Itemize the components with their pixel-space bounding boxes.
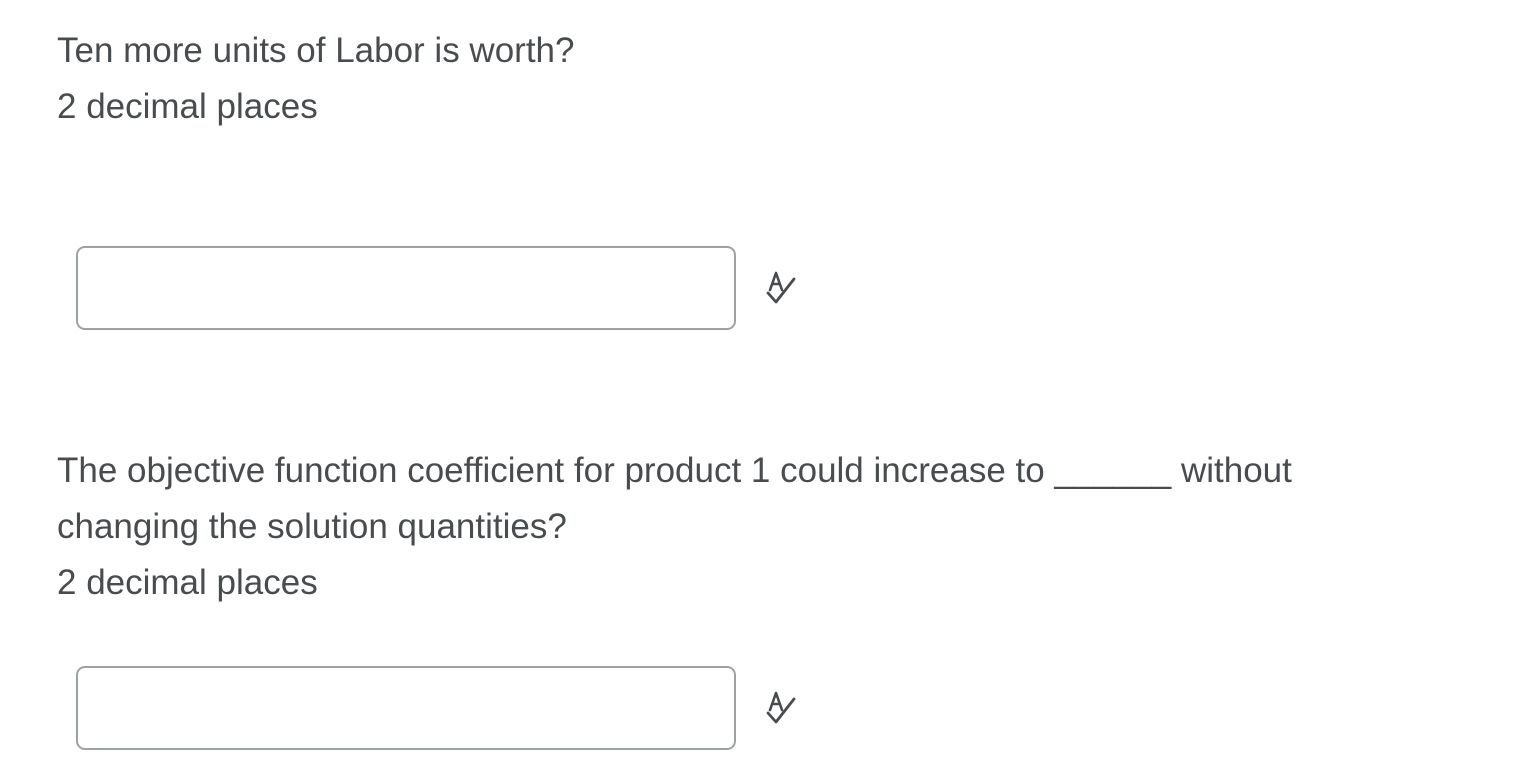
- question-2-text: The objective function coefficient for p…: [57, 443, 1477, 611]
- spellcheck-icon[interactable]: [760, 686, 804, 730]
- question-2-answer-input[interactable]: [76, 666, 736, 750]
- question-2-answer-row: [76, 666, 804, 750]
- question-1-answer-row: [76, 246, 804, 330]
- question-1-answer-input[interactable]: [76, 246, 736, 330]
- question-1-precision-note: 2 decimal places: [57, 87, 318, 126]
- question-1-prompt: Ten more units of Labor is worth?: [57, 31, 575, 70]
- question-2-precision-note: 2 decimal places: [57, 563, 318, 602]
- question-2-prompt-line-2: changing the solution quantities?: [57, 507, 567, 546]
- question-2-prompt-line-1: The objective function coefficient for p…: [57, 451, 1292, 490]
- question-1-text: Ten more units of Labor is worth? 2 deci…: [57, 23, 1477, 135]
- spellcheck-icon[interactable]: [760, 266, 804, 310]
